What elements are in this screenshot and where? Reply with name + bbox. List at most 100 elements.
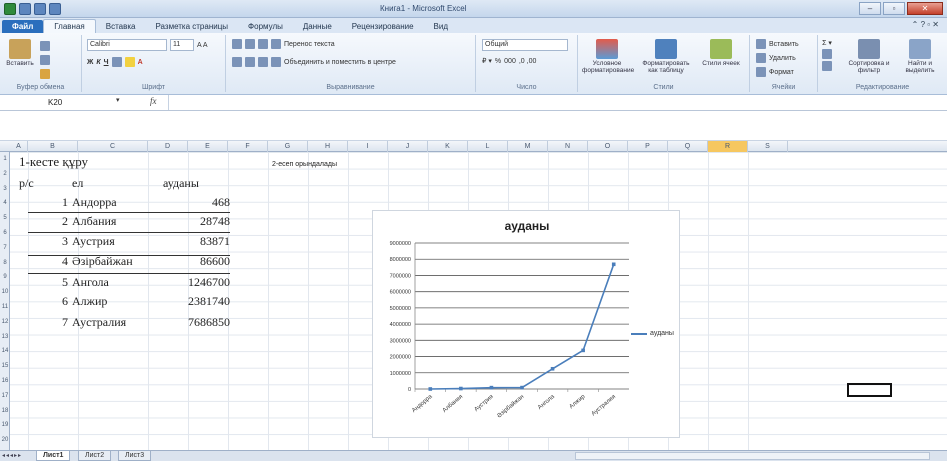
table-cell-name[interactable]: Ангола — [72, 273, 109, 291]
redo-icon[interactable] — [49, 3, 61, 15]
underline-button[interactable]: Ч — [104, 59, 109, 66]
table-cell-name[interactable]: Аустралия — [72, 313, 126, 331]
sheet-title[interactable]: 1-кесте құру — [19, 153, 88, 171]
sheet-tab-2[interactable]: Лист2 — [78, 451, 112, 461]
comma-icon[interactable]: 000 — [504, 58, 516, 65]
header-name[interactable]: ел — [72, 174, 83, 192]
horizontal-scrollbar[interactable] — [575, 452, 930, 460]
column-header-g[interactable]: G — [268, 141, 308, 152]
row-header[interactable]: 17 — [0, 393, 10, 399]
row-header[interactable]: 8 — [0, 260, 10, 266]
borders-icon[interactable] — [111, 57, 122, 67]
table-cell-area[interactable]: 468 — [150, 193, 230, 211]
table-cell-no[interactable]: 5 — [40, 273, 68, 291]
row-header[interactable]: 5 — [0, 215, 10, 221]
decimal-icon[interactable]: ,0 ,00 — [519, 58, 537, 65]
tab-review[interactable]: Рецензирование — [342, 20, 424, 33]
save-icon[interactable] — [19, 3, 31, 15]
formula-input[interactable] — [168, 95, 947, 110]
row-header[interactable]: 9 — [0, 274, 10, 280]
help-icon[interactable]: ⌃ ? ▫ ✕ — [912, 20, 939, 29]
header-no[interactable]: p/c — [19, 174, 34, 192]
sheet-nav-arrows-icon[interactable]: ◂◂◂▸▸ — [2, 452, 22, 459]
format-painter-button[interactable] — [40, 69, 50, 79]
column-header-e[interactable]: E — [188, 141, 228, 152]
tab-home[interactable]: Главная — [43, 19, 96, 33]
column-header-p[interactable]: P — [628, 141, 668, 152]
table-cell-no[interactable]: 6 — [40, 292, 68, 310]
font-size-select[interactable]: 11 — [170, 39, 194, 51]
column-header-b[interactable]: B — [28, 141, 78, 152]
minimize-button[interactable]: – — [859, 2, 881, 15]
table-cell-name[interactable]: Албания — [72, 212, 116, 230]
table-cell-name[interactable]: Аустрия — [72, 232, 115, 250]
table-cell-area[interactable]: 28748 — [150, 212, 230, 230]
format-cells-button[interactable]: Формат — [756, 67, 794, 77]
row-header[interactable]: 12 — [0, 319, 10, 325]
row-header[interactable]: 18 — [0, 408, 10, 414]
column-header-d[interactable]: D — [148, 141, 188, 152]
tab-insert[interactable]: Вставка — [96, 20, 146, 33]
column-header-f[interactable]: F — [228, 141, 268, 152]
currency-icon[interactable]: ₽ ▾ — [482, 57, 492, 65]
tab-file[interactable]: Файл — [2, 20, 44, 33]
find-select-button[interactable]: Найти и выделить — [898, 37, 942, 77]
table-cell-no[interactable]: 7 — [40, 313, 68, 331]
conditional-format-button[interactable]: Условное форматирование — [582, 37, 634, 77]
font-color-icon[interactable]: A — [138, 59, 143, 66]
row-header[interactable]: 11 — [0, 304, 10, 310]
paste-button[interactable]: Вставить — [4, 37, 36, 77]
row-header[interactable]: 3 — [0, 186, 10, 192]
merge-center-button[interactable]: Объединить и поместить в центре — [284, 59, 396, 66]
fill-color-icon[interactable] — [124, 57, 135, 67]
active-cell-cursor[interactable] — [847, 383, 892, 397]
italic-button[interactable]: К — [96, 59, 100, 66]
tab-formulas[interactable]: Формулы — [238, 20, 293, 33]
column-header-k[interactable]: K — [428, 141, 468, 152]
column-header-c[interactable]: C — [78, 141, 148, 152]
column-header-n[interactable]: N — [548, 141, 588, 152]
font-name-select[interactable]: Calibri — [87, 39, 167, 51]
undo-icon[interactable] — [34, 3, 46, 15]
note-text[interactable]: 2-есеп орындалады — [272, 156, 337, 174]
align-right-icon[interactable] — [258, 57, 268, 67]
sheet-tab-3[interactable]: Лист3 — [118, 451, 152, 461]
orientation-icon[interactable] — [271, 39, 281, 49]
grow-font-icon[interactable]: A A — [197, 42, 208, 49]
row-header[interactable]: 4 — [0, 200, 10, 206]
row-header[interactable]: 7 — [0, 245, 10, 251]
sort-filter-button[interactable]: Сортировка и фильтр — [846, 37, 892, 77]
table-cell-area[interactable]: 83871 — [150, 232, 230, 250]
row-header[interactable]: 1 — [0, 156, 10, 162]
table-cell-area[interactable]: 7686850 — [150, 313, 230, 331]
row-header[interactable]: 16 — [0, 378, 10, 384]
maximize-button[interactable]: ▫ — [883, 2, 905, 15]
indent-icon[interactable] — [271, 57, 281, 67]
clear-icon[interactable] — [822, 61, 832, 71]
row-header[interactable]: 13 — [0, 334, 10, 340]
align-middle-icon[interactable] — [245, 39, 255, 49]
insert-cells-button[interactable]: Вставить — [756, 39, 799, 49]
row-header[interactable]: 15 — [0, 363, 10, 369]
close-button[interactable]: ✕ — [907, 2, 943, 15]
chevron-down-icon[interactable]: ▾ — [116, 96, 120, 104]
bold-button[interactable]: Ж — [87, 59, 93, 66]
row-header[interactable]: 20 — [0, 437, 10, 443]
column-header-o[interactable]: O — [588, 141, 628, 152]
row-header[interactable]: 10 — [0, 289, 10, 295]
table-cell-no[interactable]: 3 — [40, 232, 68, 250]
delete-cells-button[interactable]: Удалить — [756, 53, 796, 63]
column-header-l[interactable]: L — [468, 141, 508, 152]
align-center-icon[interactable] — [245, 57, 255, 67]
column-header-a[interactable]: A — [10, 141, 28, 152]
fill-icon[interactable] — [822, 49, 832, 59]
column-header-h[interactable]: H — [308, 141, 348, 152]
table-cell-name[interactable]: Алжир — [72, 292, 107, 310]
row-header[interactable]: 19 — [0, 422, 10, 428]
percent-icon[interactable]: % — [495, 58, 501, 65]
wrap-text-button[interactable]: Перенос текста — [284, 41, 335, 48]
sheet-tab-1[interactable]: Лист1 — [36, 451, 71, 461]
cell-styles-button[interactable]: Стили ячеек — [698, 37, 744, 77]
table-cell-no[interactable]: 1 — [40, 193, 68, 211]
align-bottom-icon[interactable] — [258, 39, 268, 49]
